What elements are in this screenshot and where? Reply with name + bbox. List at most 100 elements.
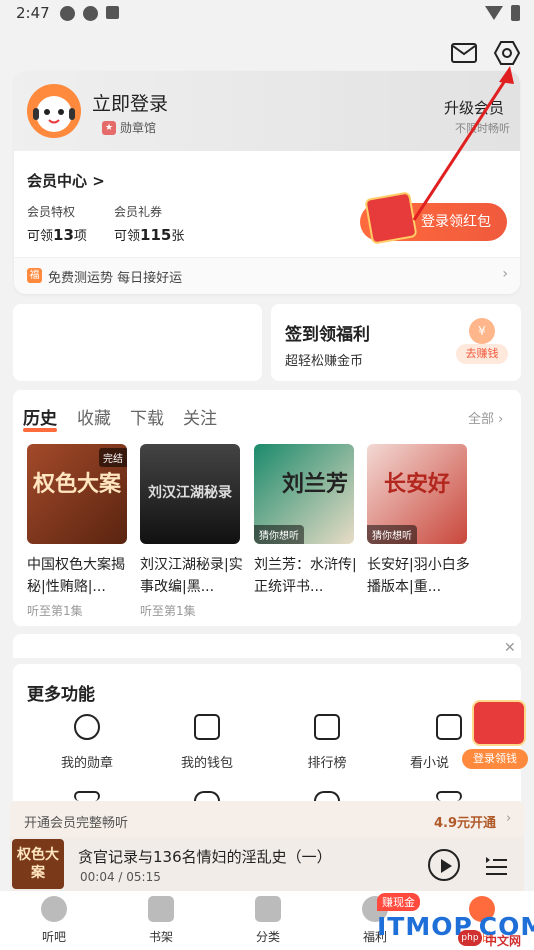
history-book[interactable]: 长安好 猜你想听 长安好|羽小白多播版本|重...: [367, 444, 470, 602]
signin-subtitle: 超轻松赚金币: [285, 354, 364, 369]
privilege-value: 可领13项: [27, 225, 87, 244]
signin-title: 签到领福利: [285, 325, 370, 345]
book-progress: 听至第1集: [140, 604, 196, 618]
wallet-icon[interactable]: [194, 714, 220, 740]
vip-bar-price[interactable]: 4.9元开通: [434, 812, 496, 831]
fortune-row[interactable]: 福 免费测运势 每日接好运 ›: [14, 257, 520, 294]
app-notification-icon: [106, 6, 119, 19]
calendar-icon[interactable]: [436, 791, 462, 801]
ranking-icon[interactable]: [314, 714, 340, 740]
compass-icon: [41, 896, 67, 922]
tab-underline: [23, 428, 57, 432]
vip-bar-text: 开通会员完整畅听: [24, 816, 129, 831]
tab-following[interactable]: 关注: [183, 404, 217, 429]
history-book[interactable]: 刘汉江湖秘录 刘汉江湖秘录|实事改编|黑... 听至第1集: [140, 444, 243, 619]
battery-icon: [511, 5, 520, 21]
blank-card[interactable]: [13, 304, 262, 381]
chevron-right-icon: ›: [506, 811, 512, 826]
sync-icon: [83, 6, 98, 21]
play-button[interactable]: [428, 849, 460, 881]
gift-unit: 张: [171, 229, 185, 244]
member-card: 立即登录 ★ 勋章馆 升级会员 不限时畅听 会员中心 > 会员特权 可领13项 …: [14, 71, 520, 294]
book-icon[interactable]: [436, 714, 462, 740]
book-cover: 刘兰芳 猜你想听: [254, 444, 354, 544]
player-cover[interactable]: 权色大案: [12, 839, 64, 889]
play-icon: [441, 859, 452, 873]
login-link[interactable]: 立即登录: [92, 89, 168, 116]
fortune-text: 免费测运势 每日接好运: [48, 271, 183, 286]
fn-read-novels[interactable]: 看小说: [410, 752, 465, 771]
book-title: 刘兰芳：水浒传|正统评书...: [254, 557, 357, 595]
privilege-label: 会员特权: [27, 205, 76, 219]
nav-category[interactable]: 分类: [238, 896, 298, 945]
fn-ranking[interactable]: 排行榜: [282, 752, 372, 771]
notification-icon: [60, 6, 75, 21]
medal-icon: ★: [102, 120, 116, 135]
status-bar: 2:47: [0, 0, 534, 28]
all-link[interactable]: 全部 ›: [468, 408, 503, 427]
book-cover: 长安好 猜你想听: [367, 444, 467, 544]
message-icon[interactable]: [450, 40, 478, 66]
gift-count: 115: [140, 226, 172, 244]
coin-bag-icon: ¥: [469, 318, 495, 344]
fortune-icon: 福: [27, 268, 42, 283]
all-link-label: 全部: [468, 412, 495, 427]
category-icon: [255, 896, 281, 922]
upgrade-member-title[interactable]: 升级会员: [444, 97, 504, 118]
medal-icon[interactable]: [74, 714, 100, 740]
chevron-right-icon: ›: [502, 266, 508, 282]
watermark-sub: 中文网: [485, 934, 522, 948]
nav-listen-label: 听吧: [41, 930, 66, 944]
badge-hall-label: 勋章馆: [120, 121, 157, 135]
badge-hall-link[interactable]: ★ 勋章馆: [102, 119, 156, 136]
privilege-unit: 项: [73, 229, 87, 244]
status-system-icons: [485, 5, 520, 21]
playlist-icon[interactable]: [484, 853, 508, 877]
floating-login-money-button[interactable]: 登录领钱: [462, 749, 528, 769]
book-cover-title: 权色大案: [33, 472, 122, 497]
nav-listen[interactable]: 听吧: [24, 896, 84, 945]
earn-money-button[interactable]: 去赚钱: [456, 344, 508, 364]
earn-cash-badge: 赚现金: [377, 893, 420, 911]
gift-label: 会员礼券: [114, 205, 163, 219]
player-title: 贪官记录与136名情妇的淫乱史（一）: [78, 848, 332, 866]
book-cover-title: 长安好: [383, 472, 450, 497]
book-tag: 猜你想听: [367, 525, 417, 544]
wifi-icon: [485, 6, 503, 20]
tab-history[interactable]: 历史: [23, 404, 57, 429]
fn-my-wallet[interactable]: 我的钱包: [162, 752, 252, 771]
more-functions-title: 更多功能: [27, 685, 95, 705]
settings-icon[interactable]: [493, 40, 521, 66]
banner-placeholder: [13, 634, 521, 658]
avatar[interactable]: [27, 84, 81, 138]
gift-value: 可领115张: [114, 225, 184, 244]
history-book[interactable]: 刘兰芳 猜你想听 刘兰芳：水浒传|正统评书...: [254, 444, 357, 602]
member-center-link[interactable]: 会员中心 >: [27, 170, 105, 191]
tab-downloads[interactable]: 下载: [130, 404, 164, 429]
nav-bookshelf[interactable]: 书架: [131, 896, 191, 945]
clock-icon[interactable]: [194, 791, 220, 801]
book-cover: 权色大案 完结: [27, 444, 127, 544]
floating-redpack-icon[interactable]: [472, 700, 526, 746]
gift-prefix: 可领: [114, 229, 141, 244]
nav-category-label: 分类: [255, 930, 280, 944]
privilege-prefix: 可领: [27, 229, 54, 244]
close-icon[interactable]: ✕: [504, 640, 516, 656]
player-time: 00:04 / 05:15: [80, 870, 161, 884]
history-book[interactable]: 权色大案 完结 中国权色大案揭秘|性贿赂|... 听至第1集: [27, 444, 127, 619]
edit-icon[interactable]: [74, 791, 100, 801]
player-cover-title: 权色大案: [17, 847, 59, 881]
avatar-mascot-icon: [33, 96, 75, 132]
gear-icon[interactable]: [314, 791, 340, 801]
status-time: 2:47: [16, 4, 50, 22]
fn-my-medals[interactable]: 我的勋章: [42, 752, 132, 771]
upgrade-member-subtitle[interactable]: 不限时畅听: [455, 120, 510, 136]
watermark-php: php: [458, 930, 482, 946]
book-progress: 听至第1集: [27, 604, 83, 618]
tab-favorites[interactable]: 收藏: [77, 404, 111, 429]
book-cover-title: 刘汉江湖秘录: [148, 485, 232, 501]
book-cover-title: 刘兰芳: [281, 472, 348, 497]
status-notification-icons: [60, 6, 119, 21]
book-title: 刘汉江湖秘录|实事改编|黑...: [140, 557, 243, 595]
book-tag: 猜你想听: [254, 525, 304, 544]
